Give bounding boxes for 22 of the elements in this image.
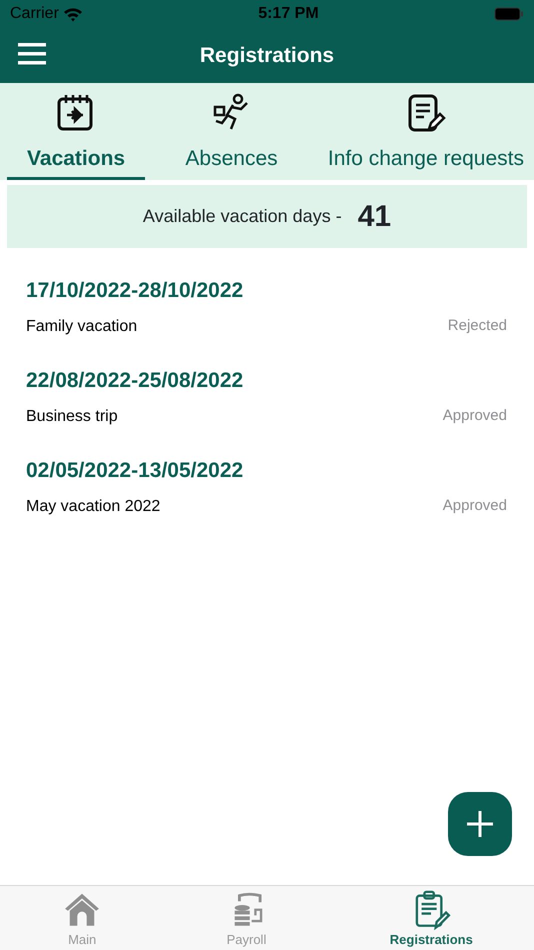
plus-icon (466, 810, 494, 838)
vacation-days-count: 41 (358, 199, 392, 235)
date-range: 02/05/2022-13/05/2022 (26, 458, 244, 484)
date-range: 22/08/2022-25/08/2022 (26, 368, 244, 394)
date-range: 17/10/2022-28/10/2022 (26, 278, 244, 304)
tab[interactable]: Info change requests (318, 83, 534, 180)
tab[interactable]: Vacations (7, 83, 146, 180)
registration-title: Business trip (26, 406, 118, 426)
summary-label: Available vacation days - (142, 205, 342, 228)
nav-tab[interactable]: Registrations (328, 886, 534, 950)
carrier-label: Carrier (10, 4, 59, 24)
status-label: Approved (442, 496, 507, 516)
status-time: 5:17 PM (258, 4, 319, 24)
screen-title: Registrations (200, 42, 334, 69)
wifi-icon (62, 6, 83, 22)
add-button[interactable] (448, 792, 512, 856)
registration-title: Family vacation (26, 316, 138, 336)
status-label: Rejected (448, 316, 507, 336)
status-label: Approved (442, 406, 507, 426)
registration-title: May vacation 2022 (26, 496, 160, 516)
battery-icon (494, 7, 524, 21)
tab[interactable]: Absences (145, 83, 318, 180)
